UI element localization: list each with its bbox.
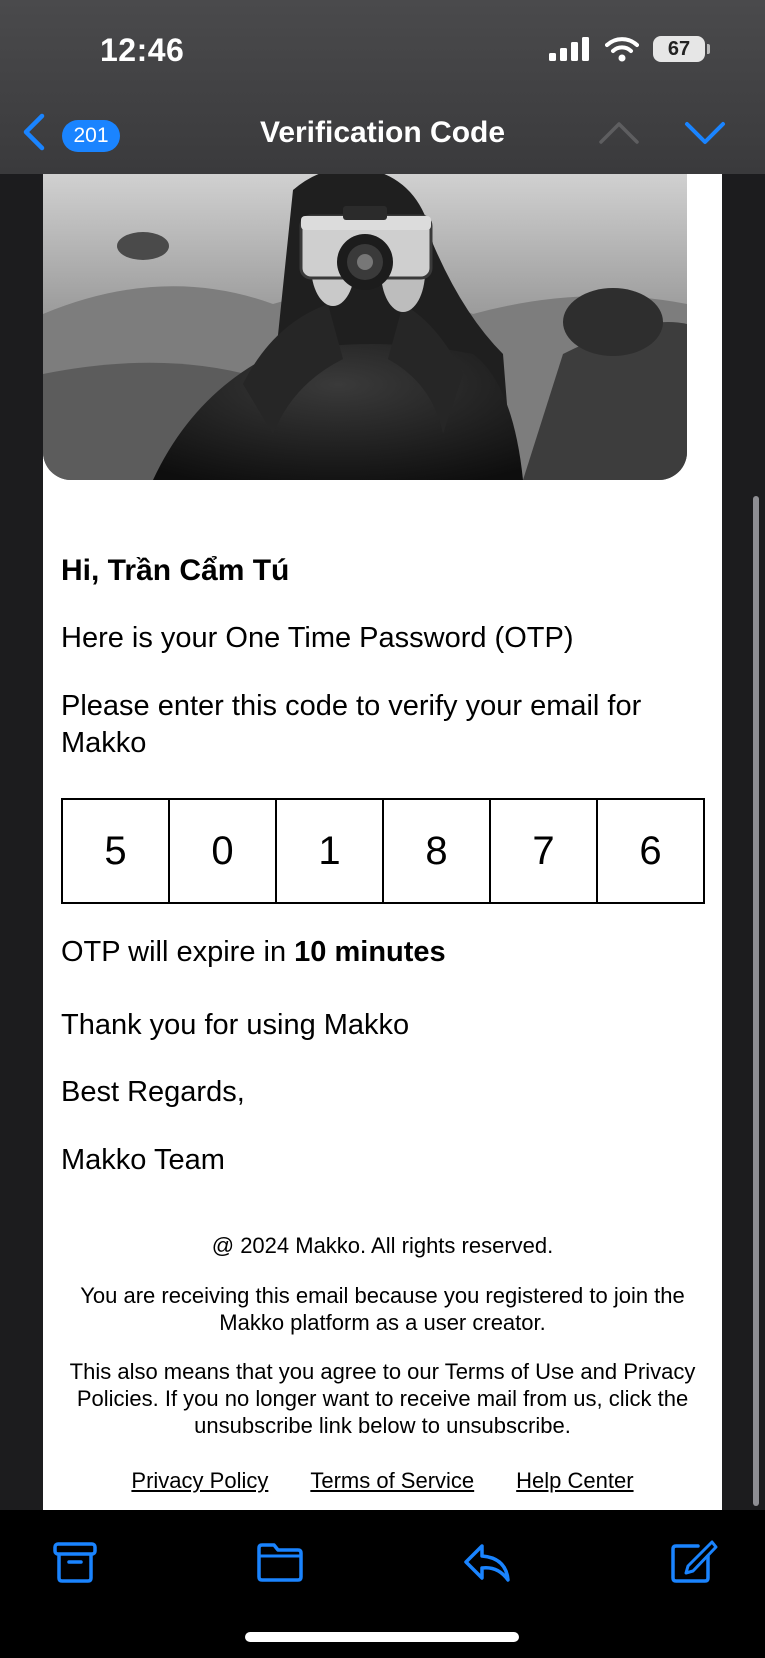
signature-text: Makko Team: [61, 1144, 225, 1176]
status-time: 12:46: [100, 32, 185, 68]
unread-count-badge[interactable]: 201: [62, 120, 120, 152]
thanks-text: Thank you for using Makko: [61, 1009, 410, 1041]
folder-icon[interactable]: [255, 1540, 305, 1584]
otp-code-box: 5 0 1 8 7 6: [61, 798, 705, 904]
email-body: Hi, Trần Cẩm Tú Here is your One Time Pa…: [43, 174, 722, 1510]
terms-of-service-link[interactable]: Terms of Service: [310, 1468, 474, 1494]
otp-digit: 7: [491, 800, 598, 902]
otp-intro-text: Here is your One Time Password (OTP): [61, 622, 574, 654]
registration-reason-text: You are receiving this email because you…: [80, 1283, 685, 1335]
terms-note-text: This also means that you agree to our Te…: [69, 1359, 696, 1438]
hero-photo: [43, 174, 687, 480]
verify-instruction-text: Please enter this code to verify your em…: [61, 690, 642, 759]
status-icons: 67: [549, 36, 710, 62]
wifi-icon: [605, 37, 639, 62]
otp-digit: 8: [384, 800, 491, 902]
greeting: Hi, Trần Cẩm Tú: [61, 554, 290, 587]
reply-icon[interactable]: [462, 1540, 512, 1584]
battery-indicator: 67: [653, 36, 710, 62]
expiry-prefix: OTP will expire in: [61, 936, 295, 968]
previous-message-chevron-icon: [599, 122, 639, 144]
otp-digit: 6: [639, 828, 662, 873]
home-indicator[interactable]: [245, 1632, 519, 1642]
next-message-chevron-icon[interactable]: [684, 118, 726, 148]
regards-text: Best Regards,: [61, 1076, 245, 1108]
expiry-duration: 10 minutes: [294, 936, 446, 968]
top-bar: 12:46 67 201 Verification Code: [0, 0, 765, 174]
otp-digit: 0: [170, 800, 277, 902]
otp-digit: 1: [277, 800, 384, 902]
otp-digit: 5: [63, 800, 170, 902]
compose-icon[interactable]: [668, 1540, 718, 1584]
otp-expiry-text: OTP will expire in 10 minutes: [61, 934, 701, 971]
help-center-link[interactable]: Help Center: [516, 1468, 633, 1494]
footer-links: Privacy Policy Terms of Service Help Cen…: [43, 1468, 722, 1494]
privacy-policy-link[interactable]: Privacy Policy: [131, 1468, 268, 1494]
scrollbar[interactable]: [753, 496, 759, 1506]
archive-icon[interactable]: [50, 1540, 100, 1584]
copyright-text: @ 2024 Makko. All rights reserved.: [211, 1233, 554, 1258]
cellular-signal-icon: [549, 37, 589, 61]
back-chevron-icon[interactable]: [20, 112, 48, 152]
